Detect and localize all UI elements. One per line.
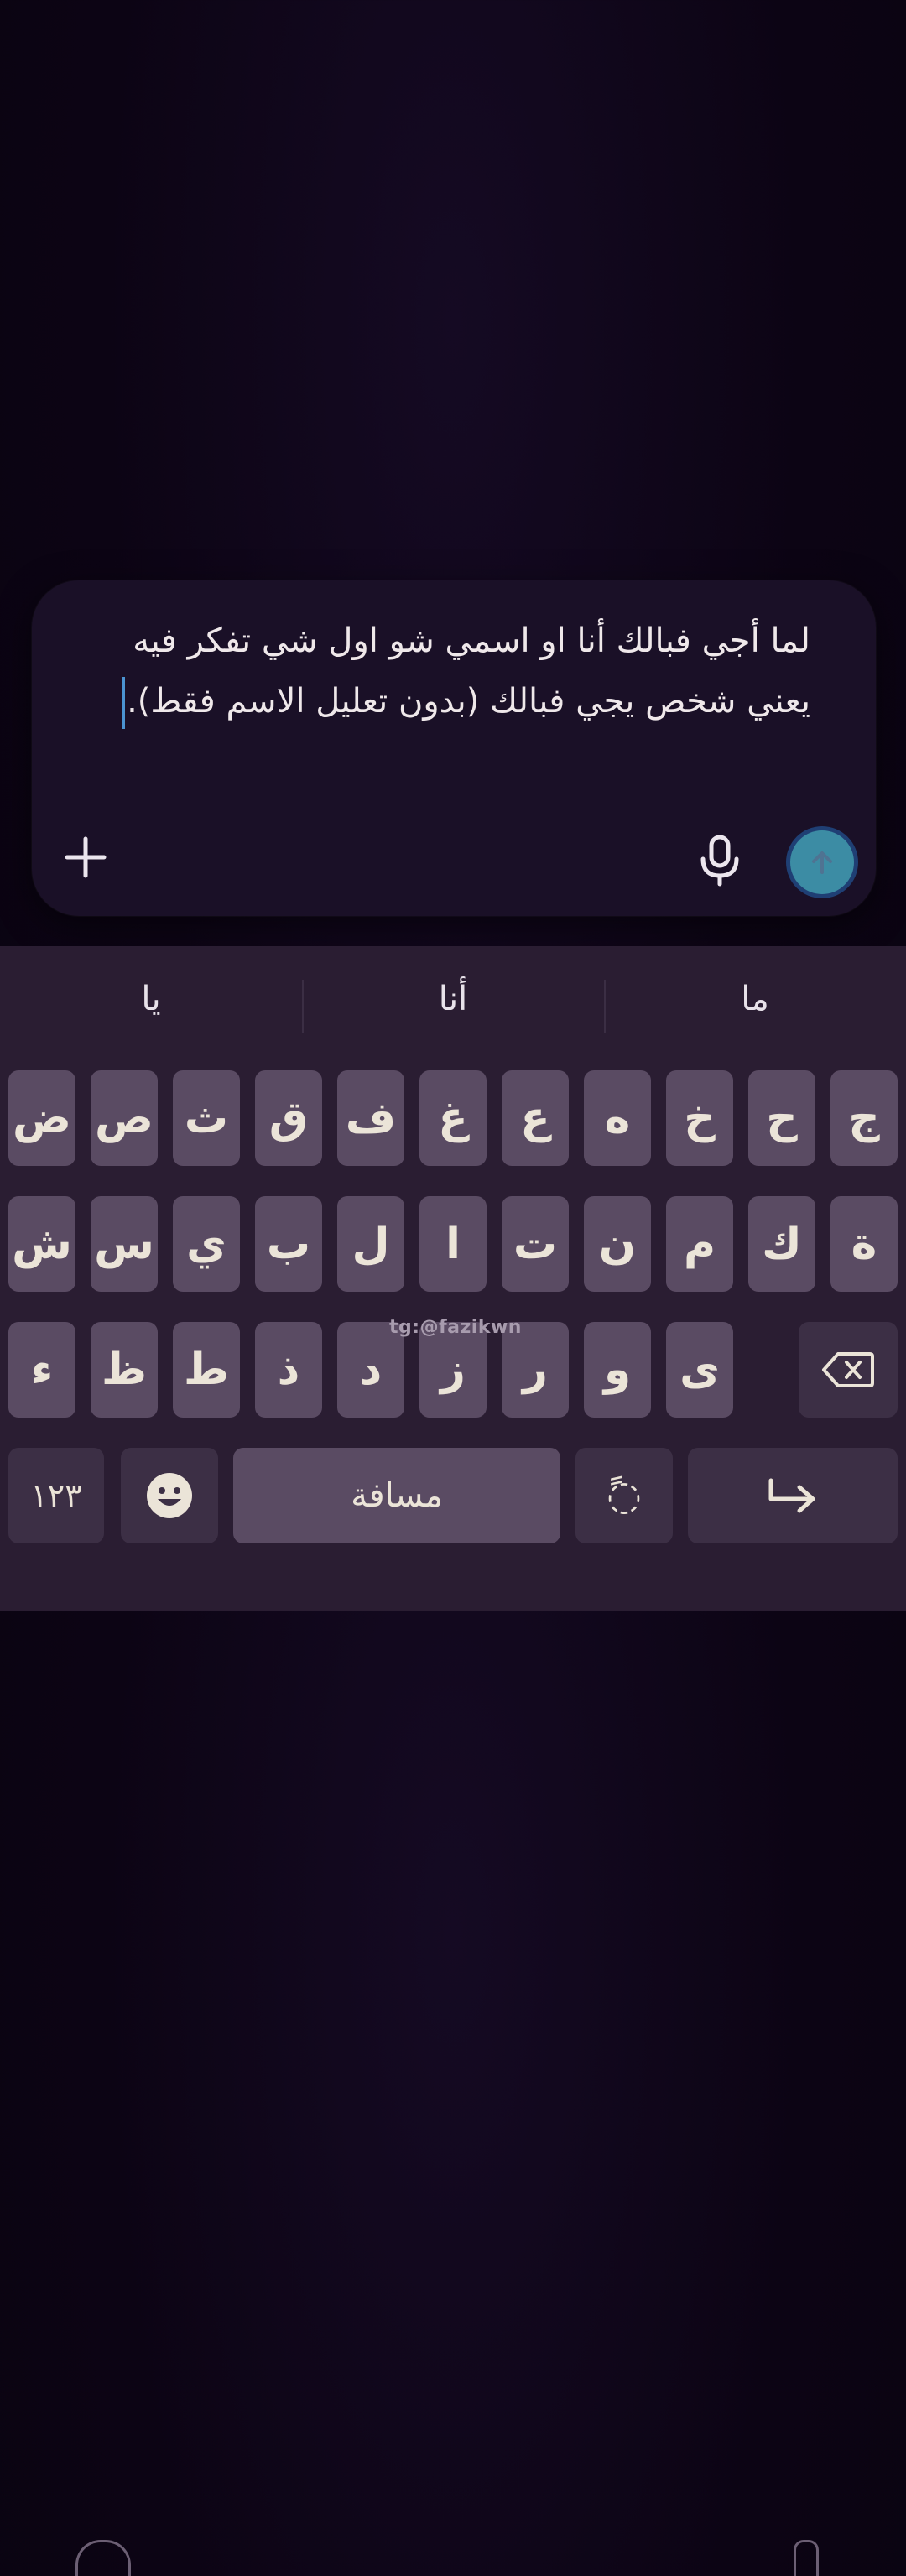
watermark: tg:@fazikwn bbox=[389, 1317, 522, 1338]
add-attachment-button[interactable] bbox=[60, 832, 111, 882]
suggestion-divider bbox=[604, 980, 606, 1033]
text-caret bbox=[122, 677, 126, 729]
key[interactable]: ض bbox=[8, 1070, 76, 1166]
key[interactable]: غ bbox=[419, 1070, 487, 1166]
key[interactable]: س bbox=[91, 1196, 158, 1292]
key[interactable]: ظ bbox=[91, 1322, 158, 1418]
key[interactable]: ث bbox=[173, 1070, 240, 1166]
suggestion-3[interactable]: يا bbox=[0, 980, 302, 1018]
keyboard: ما أنا يا ج ح خ ه ع غ ف ق ث ص ض ة ك م ن … bbox=[0, 946, 906, 2576]
numbers-key[interactable]: ١٢٣ bbox=[8, 1448, 104, 1543]
emoji-icon bbox=[147, 1473, 192, 1518]
key[interactable]: ه bbox=[584, 1070, 651, 1166]
key[interactable]: ا bbox=[419, 1196, 487, 1292]
arrow-up-icon bbox=[812, 851, 832, 874]
key[interactable]: ع bbox=[502, 1070, 569, 1166]
key[interactable]: ذ bbox=[255, 1322, 322, 1418]
key[interactable]: ل bbox=[337, 1196, 404, 1292]
message-input[interactable]: لما أجي فبالك أنا او اسمي شو اول شي تفكر… bbox=[72, 611, 810, 731]
key[interactable]: ى bbox=[666, 1322, 733, 1418]
enter-icon bbox=[768, 1478, 815, 1513]
key[interactable]: ة bbox=[830, 1196, 898, 1292]
plus-icon bbox=[65, 836, 107, 878]
key[interactable]: ء bbox=[8, 1322, 76, 1418]
key[interactable]: ق bbox=[255, 1070, 322, 1166]
send-button[interactable] bbox=[790, 830, 854, 894]
key[interactable]: ص bbox=[91, 1070, 158, 1166]
key[interactable]: ب bbox=[255, 1196, 322, 1292]
message-composer: لما أجي فبالك أنا او اسمي شو اول شي تفكر… bbox=[32, 580, 876, 916]
key[interactable]: م bbox=[666, 1196, 733, 1292]
emoji-key[interactable] bbox=[121, 1448, 218, 1543]
backspace-icon bbox=[822, 1352, 874, 1387]
suggestion-1[interactable]: ما bbox=[604, 980, 906, 1018]
suggestion-bar: ما أنا يا bbox=[0, 946, 906, 1060]
key[interactable]: ن bbox=[584, 1196, 651, 1292]
space-key[interactable]: مسافة bbox=[233, 1448, 560, 1543]
key[interactable]: ج bbox=[830, 1070, 898, 1166]
key[interactable]: خ bbox=[666, 1070, 733, 1166]
mic-shortcut-icon[interactable] bbox=[794, 2540, 819, 2576]
message-text: لما أجي فبالك أنا او اسمي شو اول شي تفكر… bbox=[127, 622, 810, 721]
key[interactable]: ح bbox=[748, 1070, 815, 1166]
backspace-key[interactable] bbox=[799, 1322, 898, 1418]
key[interactable]: ت bbox=[502, 1196, 569, 1292]
key[interactable]: ش bbox=[8, 1196, 76, 1292]
key[interactable]: ي bbox=[173, 1196, 240, 1292]
globe-icon[interactable] bbox=[76, 2540, 131, 2576]
key[interactable]: ط bbox=[173, 1322, 240, 1418]
enter-key[interactable] bbox=[688, 1448, 898, 1543]
key[interactable]: ك bbox=[748, 1196, 815, 1292]
suggestion-2[interactable]: أنا bbox=[302, 980, 604, 1018]
tanween-key[interactable]: ◌ً bbox=[575, 1448, 673, 1543]
voice-input-button[interactable] bbox=[695, 834, 745, 887]
key[interactable]: و bbox=[584, 1322, 651, 1418]
key[interactable]: ف bbox=[337, 1070, 404, 1166]
suggestion-divider bbox=[302, 980, 304, 1033]
microphone-icon bbox=[700, 835, 739, 887]
